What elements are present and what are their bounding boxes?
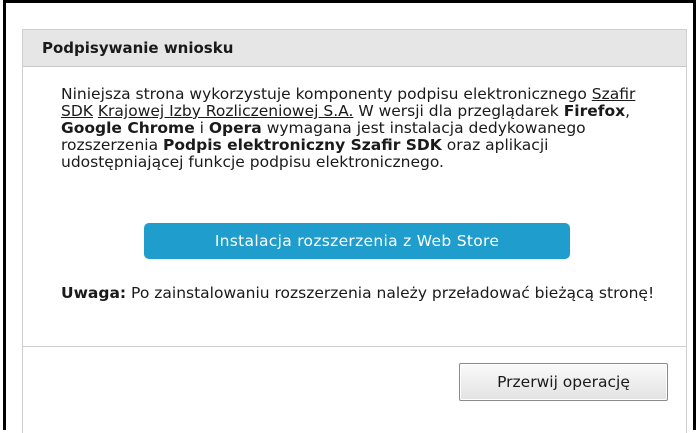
chrome-label: Google Chrome [61, 119, 195, 137]
window-frame: Podpisywanie wniosku Niniejsza strona wy… [3, 0, 696, 433]
signing-dialog: Podpisywanie wniosku Niniejsza strona wy… [22, 29, 687, 433]
extension-name: Podpis elektroniczny Szafir SDK [163, 136, 442, 154]
kir-link[interactable]: Krajowej Izby Rozliczeniowej S.A. [98, 102, 354, 120]
dialog-title: Podpisywanie wniosku [42, 39, 234, 57]
firefox-label: Firefox [563, 102, 626, 120]
intro-text-4: , [625, 102, 631, 120]
dialog-description: Niniejsza strona wykorzystuje komponenty… [61, 86, 661, 171]
warning-label: Uwaga: [61, 284, 127, 302]
footer-divider [23, 346, 686, 347]
warning-note: Uwaga: Po zainstalowaniu rozszerzenia na… [61, 285, 671, 302]
install-extension-button[interactable]: Instalacja rozszerzenia z Web Store [144, 223, 570, 259]
warning-text: Po zainstalowaniu rozszerzenia należy pr… [126, 284, 655, 302]
intro-text-5: i [194, 119, 209, 137]
intro-text-1: Niniejsza strona wykorzystuje komponenty… [61, 85, 592, 103]
cancel-operation-button[interactable]: Przerwij operację [459, 363, 668, 401]
intro-text-3: W wersji dla przeglądarek [353, 102, 564, 120]
dialog-titlebar: Podpisywanie wniosku [23, 30, 686, 67]
opera-label: Opera [208, 119, 262, 137]
